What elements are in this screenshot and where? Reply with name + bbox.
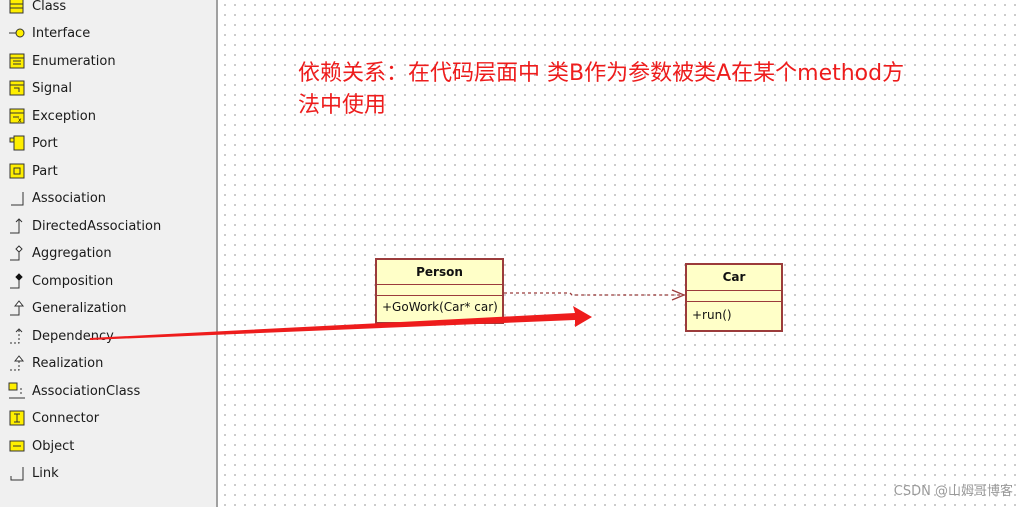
- watermark: CSDN @山姆哥博客: [893, 484, 1013, 499]
- red-arrow-annotation: [90, 306, 592, 340]
- diagram-overlay: [90, 289, 686, 340]
- dependency-line[interactable]: [504, 289, 686, 301]
